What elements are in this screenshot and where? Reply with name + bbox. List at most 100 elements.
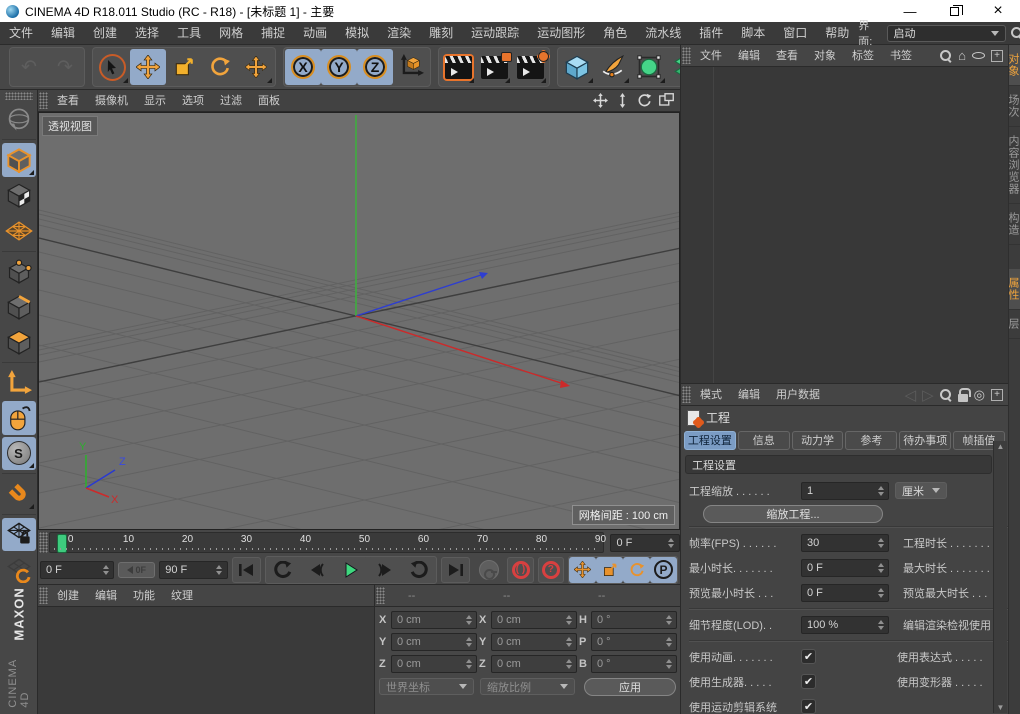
timeline-playhead[interactable] (57, 534, 67, 553)
search-icon[interactable] (1011, 27, 1020, 39)
coordinate-space-dropdown[interactable]: 世界坐标 (379, 678, 474, 695)
vp-menu-display[interactable]: 显示 (136, 90, 174, 112)
spinner-icon[interactable] (564, 657, 573, 671)
vp-menu-options[interactable]: 选项 (174, 90, 212, 112)
rotate-view-icon[interactable] (637, 93, 652, 108)
history-forward-icon[interactable]: ▷ (922, 386, 934, 404)
autokey-button[interactable]: ( ) (507, 557, 533, 583)
use-generators-checkbox[interactable]: ✔ (801, 674, 816, 689)
side-tab-content-browser[interactable]: 内容浏览器 (1009, 127, 1020, 204)
project-scale-unit-dropdown[interactable]: 厘米 (895, 482, 947, 499)
keyframe-scale-button[interactable] (596, 557, 623, 583)
spinner-icon[interactable] (876, 536, 885, 550)
viewport-drag-handle[interactable] (39, 92, 48, 109)
mat-menu-edit[interactable]: 编辑 (87, 585, 125, 607)
tab-dynamics[interactable]: 动力学 (792, 431, 844, 450)
timeline-drag-handle[interactable] (39, 532, 48, 553)
menu-render[interactable]: 渲染 (378, 22, 420, 45)
workplane-mode-button[interactable] (2, 214, 36, 247)
project-scale-field[interactable]: 1 (801, 482, 889, 500)
am-menu-userdata[interactable]: 用户数据 (768, 384, 828, 406)
rot-b-field[interactable]: 0 ° (591, 655, 677, 673)
om-menu-edit[interactable]: 编辑 (730, 45, 768, 67)
menu-window[interactable]: 窗口 (774, 22, 816, 45)
subdivision-surface-button[interactable] (631, 49, 667, 85)
menu-edit[interactable]: 编辑 (42, 22, 84, 45)
attribute-drag-handle[interactable] (682, 386, 691, 403)
end-frame-field[interactable]: 90 F (159, 561, 227, 579)
live-selection-tool-button[interactable] (94, 49, 130, 85)
points-mode-button[interactable] (2, 255, 36, 288)
attribute-scrollbar[interactable]: ▲ ▼ (993, 441, 1007, 713)
spinner-icon[interactable] (667, 536, 676, 550)
vp-menu-view[interactable]: 查看 (49, 90, 87, 112)
menu-snap[interactable]: 捕捉 (252, 22, 294, 45)
pan-view-icon[interactable] (593, 93, 608, 108)
zoom-view-icon[interactable] (615, 93, 630, 108)
add-primitive-button[interactable] (559, 49, 595, 85)
section-header[interactable]: 工程设置 (685, 455, 992, 474)
om-menu-tags[interactable]: 标签 (844, 45, 882, 67)
use-motion-checkbox[interactable]: ✔ (801, 699, 816, 714)
menu-animate[interactable]: 动画 (294, 22, 336, 45)
spinner-icon[interactable] (464, 635, 473, 649)
tab-todo[interactable]: 待办事项 (899, 431, 951, 450)
spinner-icon[interactable] (664, 613, 673, 627)
search-icon[interactable] (940, 389, 952, 401)
goto-end-button[interactable] (441, 557, 470, 583)
mat-menu-function[interactable]: 功能 (125, 585, 163, 607)
mat-menu-create[interactable]: 创建 (49, 585, 87, 607)
object-list-area[interactable] (681, 67, 1008, 383)
side-tab-structure[interactable]: 构造 (1009, 204, 1020, 245)
help-button[interactable]: ? (538, 557, 564, 583)
add-icon[interactable]: + (991, 389, 1003, 401)
spinner-icon[interactable] (464, 657, 473, 671)
enable-axis-button[interactable] (2, 366, 36, 399)
vp-menu-panel[interactable]: 面板 (250, 90, 288, 112)
pos-y-field[interactable]: 0 cm (391, 633, 477, 651)
fps-field[interactable]: 30 (801, 534, 889, 552)
spinner-icon[interactable] (564, 635, 573, 649)
frame-marker-widget[interactable]: 0F (118, 562, 155, 578)
start-frame-field[interactable]: 0 F (40, 561, 114, 579)
preview-min-field[interactable]: 0 F (801, 584, 889, 602)
search-icon[interactable] (940, 50, 952, 62)
lock-y-axis-button[interactable]: Y (321, 49, 357, 85)
om-menu-objects[interactable]: 对象 (806, 45, 844, 67)
redo-button[interactable]: ↷ (47, 49, 83, 85)
undo-button[interactable]: ↶ (11, 49, 47, 85)
menu-select[interactable]: 选择 (126, 22, 168, 45)
keyframe-rotation-button[interactable] (623, 557, 650, 583)
spinner-icon[interactable] (876, 484, 885, 498)
current-frame-field[interactable]: 0 F (610, 534, 680, 552)
rotate-tool-button[interactable] (202, 49, 238, 85)
menu-pipeline[interactable]: 流水线 (636, 22, 690, 45)
last-used-tool-button[interactable] (238, 49, 274, 85)
mode-toolbar-drag-handle[interactable] (5, 92, 33, 100)
mat-menu-texture[interactable]: 纹理 (163, 585, 201, 607)
render-view-button[interactable] (440, 49, 476, 85)
array-generator-button[interactable] (667, 49, 680, 85)
side-tab-takes[interactable]: 场次 (1009, 86, 1020, 127)
snap-settings-button[interactable]: S (2, 437, 36, 470)
om-menu-file[interactable]: 文件 (692, 45, 730, 67)
size-y-field[interactable]: 0 cm (491, 633, 577, 651)
render-to-picture-viewer-button[interactable] (476, 49, 512, 85)
menu-create[interactable]: 创建 (84, 22, 126, 45)
pos-z-field[interactable]: 0 cm (391, 655, 477, 673)
menu-motion-tracker[interactable]: 运动跟踪 (462, 22, 528, 45)
side-tab-objects[interactable]: 对象 (1009, 45, 1020, 86)
add-icon[interactable]: + (991, 50, 1003, 62)
coordinate-system-button[interactable] (393, 49, 429, 85)
scale-mode-dropdown[interactable]: 缩放比例 (480, 678, 575, 695)
align-workplane-button[interactable] (2, 553, 36, 586)
menu-character[interactable]: 角色 (594, 22, 636, 45)
menu-sculpt[interactable]: 雕刻 (420, 22, 462, 45)
spinner-icon[interactable] (101, 563, 110, 577)
timeline-track[interactable]: 0 10 20 30 40 50 60 70 80 90 (49, 532, 605, 553)
size-x-field[interactable]: 0 cm (491, 611, 577, 629)
lod-field[interactable]: 100 % (801, 616, 889, 634)
menu-help[interactable]: 帮助 (816, 22, 858, 45)
material-drag-handle[interactable] (39, 587, 48, 604)
focus-icon[interactable]: ◎ (974, 387, 985, 403)
